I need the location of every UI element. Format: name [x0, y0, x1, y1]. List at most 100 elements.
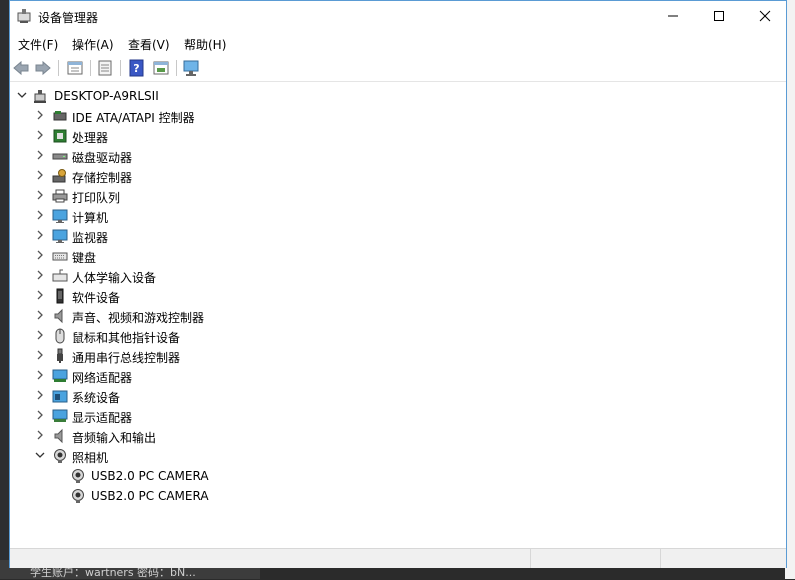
tree-category-label: 计算机	[72, 211, 109, 225]
tree-category-display[interactable]: 显示适配器	[10, 406, 786, 426]
chevron-right-icon[interactable]	[35, 230, 45, 240]
tree-device-camera[interactable]: USB2.0 PC CAMERA	[10, 466, 786, 486]
chevron-right-icon[interactable]	[35, 390, 45, 400]
tree-category-storage[interactable]: 存储控制器	[10, 166, 786, 186]
chevron-right-icon[interactable]	[35, 190, 45, 200]
audio-io-icon	[54, 428, 63, 444]
tree-category-sound[interactable]: 声音、视频和游戏控制器	[10, 306, 786, 326]
chevron-right-icon[interactable]	[35, 270, 45, 280]
tree-category-keyboard[interactable]: 键盘	[10, 246, 786, 266]
tree-category-label: 存储控制器	[72, 171, 133, 185]
device-manager-app-icon	[17, 9, 31, 23]
tree-category-ide[interactable]: IDE ATA/ATAPI 控制器	[10, 106, 786, 126]
chevron-right-icon[interactable]	[35, 150, 45, 160]
chevron-right-icon[interactable]	[35, 290, 45, 300]
status-cell	[530, 549, 661, 568]
maximize-icon	[714, 11, 724, 21]
device-manager-window: 设备管理器 文件(F) 操作(A) 查看(V) 帮助(H) ? DESKTOP-…	[9, 0, 787, 568]
tree-category-system[interactable]: 系统设备	[10, 386, 786, 406]
toolbar-separator	[120, 60, 121, 76]
tree-category-label: 声音、视频和游戏控制器	[72, 311, 205, 325]
chevron-right-icon[interactable]	[35, 250, 45, 260]
scan-hardware-icon[interactable]	[182, 59, 200, 77]
webcam-icon	[72, 469, 84, 483]
title-bar[interactable]: 设备管理器	[10, 1, 786, 31]
chevron-right-icon[interactable]	[35, 170, 45, 180]
tree-category-label: 监视器	[72, 231, 109, 245]
usb-icon	[57, 348, 63, 363]
tree-category-label: 磁盘驱动器	[72, 151, 133, 165]
window-title: 设备管理器	[38, 11, 99, 25]
hid-icon	[52, 269, 68, 282]
tree-category-computer[interactable]: 计算机	[10, 206, 786, 226]
properties-view-icon[interactable]	[66, 59, 84, 77]
menu-action[interactable]: 操作(A)	[72, 36, 114, 53]
tree-category-usb[interactable]: 通用串行总线控制器	[10, 346, 786, 366]
tree-category-audio-io[interactable]: 音频输入和输出	[10, 426, 786, 446]
tree-category-camera[interactable]: 照相机	[10, 446, 786, 466]
chevron-right-icon[interactable]	[35, 130, 45, 140]
chevron-down-icon[interactable]	[17, 90, 27, 100]
status-bar	[10, 548, 786, 568]
menu-help[interactable]: 帮助(H)	[184, 36, 226, 53]
tree-category-hid[interactable]: 人体学输入设备	[10, 266, 786, 286]
back-icon[interactable]	[12, 59, 30, 77]
menu-file[interactable]: 文件(F)	[18, 36, 58, 53]
tree-category-disk[interactable]: 磁盘驱动器	[10, 146, 786, 166]
tree-category-label: IDE ATA/ATAPI 控制器	[72, 111, 195, 125]
computer-root-icon	[34, 90, 46, 103]
chevron-right-icon[interactable]	[35, 370, 45, 380]
tree-category-processor[interactable]: 处理器	[10, 126, 786, 146]
menu-view[interactable]: 查看(V)	[128, 36, 170, 53]
tree-device-label: USB2.0 PC CAMERA	[91, 489, 209, 503]
maximize-button[interactable]	[696, 1, 742, 31]
close-button[interactable]	[742, 1, 788, 31]
chevron-right-icon[interactable]	[35, 410, 45, 420]
tree-category-label: 处理器	[72, 131, 109, 145]
camera-icon	[54, 449, 66, 463]
svg-text:?: ?	[133, 62, 139, 75]
tree-category-label: 照相机	[72, 451, 109, 465]
keyboard-icon	[52, 252, 68, 261]
webcam-icon	[72, 489, 84, 503]
tree-category-label: 网络适配器	[72, 371, 133, 385]
chevron-down-icon[interactable]	[35, 450, 45, 460]
update-driver-icon[interactable]	[152, 59, 170, 77]
tree-root[interactable]: DESKTOP-A9RLSII	[10, 86, 786, 106]
tree-category-network[interactable]: 网络适配器	[10, 366, 786, 386]
printer-icon	[52, 189, 68, 203]
chevron-right-icon[interactable]	[35, 430, 45, 440]
disk-drive-icon	[52, 153, 68, 160]
speaker-icon	[54, 308, 63, 324]
tree-category-mouse[interactable]: 鼠标和其他指针设备	[10, 326, 786, 346]
chevron-right-icon[interactable]	[35, 350, 45, 360]
toolbar-separator	[90, 60, 91, 76]
menu-bar: 文件(F) 操作(A) 查看(V) 帮助(H)	[10, 32, 786, 54]
tree-category-software[interactable]: 软件设备	[10, 286, 786, 306]
chevron-right-icon[interactable]	[35, 310, 45, 320]
tree-category-monitor[interactable]: 监视器	[10, 226, 786, 246]
minimize-icon	[668, 15, 678, 17]
software-device-icon	[56, 288, 64, 304]
tree-category-label: 键盘	[72, 251, 97, 265]
forward-icon[interactable]	[34, 59, 52, 77]
chevron-right-icon[interactable]	[35, 110, 45, 120]
tree-category-label: 打印队列	[72, 191, 121, 205]
display-adapter-icon	[52, 409, 68, 422]
tree-device-label: USB2.0 PC CAMERA	[91, 469, 209, 483]
help-icon[interactable]: ?	[128, 59, 146, 77]
chevron-right-icon[interactable]	[35, 330, 45, 340]
tree-device-camera[interactable]: USB2.0 PC CAMERA	[10, 486, 786, 506]
minimize-button[interactable]	[650, 1, 696, 31]
toolbar: ?	[10, 55, 786, 82]
tree-category-label: 通用串行总线控制器	[72, 351, 181, 365]
chevron-right-icon[interactable]	[35, 210, 45, 220]
network-adapter-icon	[52, 369, 68, 382]
document-icon[interactable]	[96, 59, 114, 77]
status-cell	[660, 549, 786, 568]
tree-root-label: DESKTOP-A9RLSII	[54, 89, 159, 103]
tree-category-label: 鼠标和其他指针设备	[72, 331, 181, 345]
computer-icon	[52, 209, 68, 223]
device-tree[interactable]: DESKTOP-A9RLSII IDE ATA/ATAPI 控制器 处理器 磁盘…	[10, 83, 786, 546]
tree-category-print-queue[interactable]: 打印队列	[10, 186, 786, 206]
